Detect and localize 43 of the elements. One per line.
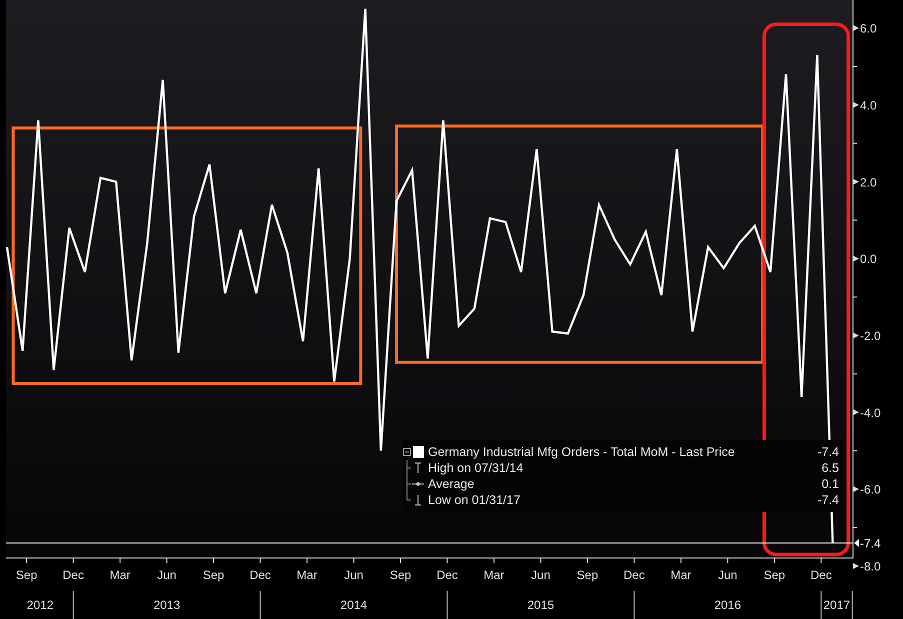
- year-label: 2015: [527, 598, 554, 612]
- x-tick-label: Mar: [670, 568, 692, 582]
- x-tick-label: Mar: [110, 568, 130, 582]
- y-tick-label: 4.0: [860, 98, 877, 112]
- x-tick-label: Sep: [16, 568, 38, 582]
- x-tick-label: Sep: [390, 568, 412, 582]
- legend-label: High on 07/31/14: [428, 461, 524, 475]
- x-tick-label: Sep: [764, 568, 786, 582]
- legend-label: Germany Industrial Mfg Orders - Total MoM - Last Price: [428, 445, 736, 459]
- y-tick-label: -6.0: [860, 482, 881, 497]
- y-tick-label: 6.0: [860, 22, 877, 36]
- year-label: 2017: [823, 598, 850, 612]
- year-label: 2012: [26, 598, 54, 612]
- x-tick-label: Sep: [202, 568, 224, 582]
- year-label: 2014: [340, 598, 368, 612]
- x-tick-label: Dec: [62, 568, 84, 582]
- last-price-label: -7.4: [860, 536, 881, 550]
- y-tick-label: -8.0: [860, 560, 881, 574]
- y-tick-label: 0.0: [860, 252, 877, 266]
- x-tick-label: Dec: [436, 568, 458, 582]
- legend-value: 6.5: [822, 461, 840, 475]
- year-label: 2013: [153, 598, 180, 612]
- year-label: 2016: [714, 598, 742, 612]
- legend-value: -7.4: [817, 445, 840, 459]
- x-tick-label: Mar: [296, 568, 318, 582]
- x-tick-label: Jun: [531, 568, 550, 582]
- x-tick-label: Dec: [250, 568, 271, 582]
- x-tick-label: Dec: [810, 568, 832, 582]
- x-tick-label: Jun: [157, 568, 176, 582]
- y-tick-label: 2.0: [860, 175, 877, 190]
- legend-label: Low on 01/31/17: [428, 493, 522, 507]
- x-tick-label: Jun: [718, 568, 738, 582]
- x-tick-label: Mar: [484, 568, 504, 582]
- tick-marker-icon: [853, 563, 859, 569]
- x-tick-label: Jun: [344, 568, 364, 582]
- x-tick-label: Dec: [624, 568, 645, 582]
- legend-value: 0.1: [822, 477, 840, 491]
- y-tick-label: -4.0: [860, 406, 881, 420]
- legend-label: Average: [428, 477, 476, 491]
- series-swatch-icon: [403, 445, 425, 459]
- legend-value: -7.4: [817, 493, 840, 507]
- y-tick-label: -2.0: [860, 328, 881, 343]
- x-tick-label: Sep: [576, 568, 598, 582]
